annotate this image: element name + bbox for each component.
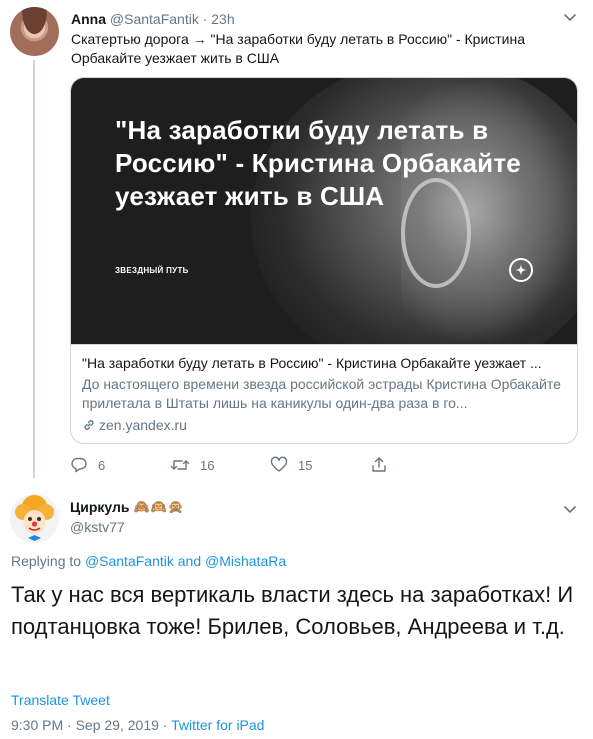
tweet-date[interactable]: Sep 29, 2019 — [76, 717, 159, 733]
user-name[interactable]: Циркуль — [70, 499, 130, 515]
card-image[interactable]: "На заработки буду летать в Россию" - Кр… — [71, 78, 577, 344]
tweet-anna[interactable]: Anna @SantaFantik · 23h Скатертью дорога… — [0, 0, 593, 478]
tweet-client-link[interactable]: Twitter for iPad — [171, 717, 264, 733]
like-count: 15 — [298, 457, 313, 473]
card-body[interactable]: "На заработки буду летать в Россию" - Кр… — [71, 344, 577, 443]
zen-icon — [509, 258, 533, 282]
link-card[interactable]: "На заработки буду летать в Россию" - Кр… — [70, 77, 578, 444]
retweet-count: 16 — [200, 457, 215, 473]
card-title: "На заработки буду летать в Россию" - Кр… — [82, 355, 542, 371]
tweet-text: Скатертью дорога → "На заработки буду ле… — [71, 31, 526, 66]
chevron-down-icon[interactable] — [561, 8, 579, 26]
reply-button[interactable]: 6 — [70, 456, 170, 474]
user-handle[interactable]: @SantaFantik — [110, 11, 199, 27]
chevron-down-icon[interactable] — [561, 500, 579, 518]
card-domain-row: zen.yandex.ru — [82, 416, 568, 434]
share-icon — [372, 457, 386, 472]
retweet-button[interactable]: 16 — [170, 456, 270, 474]
user-name[interactable]: Anna — [71, 11, 106, 27]
reply-count: 6 — [98, 457, 106, 473]
name-emoji: 🙈🙉🙊 — [133, 499, 186, 514]
card-headline: "На заработки буду летать в Россию" - Кр… — [115, 115, 521, 211]
link-icon — [84, 420, 94, 430]
tweet-time[interactable]: 9:30 PM — [11, 717, 63, 733]
reply-icon — [71, 457, 87, 473]
replying-prefix: Replying to — [11, 553, 82, 569]
tweet-cirkul[interactable]: Циркуль 🙈🙉🙊 @kstv77 Replying to @SantaFa… — [0, 478, 593, 739]
separator: · — [162, 717, 168, 733]
like-button[interactable]: 15 — [270, 456, 370, 474]
card-domain: zen.yandex.ru — [99, 417, 187, 433]
clown-avatar-image — [15, 495, 54, 541]
thread-line — [33, 60, 35, 478]
user-name-row: Циркуль 🙈🙉🙊 — [70, 499, 185, 515]
reply-and[interactable]: and — [178, 553, 201, 569]
card-source-label: ЗВЕЗДНЫЙ ПУТЬ — [115, 266, 189, 275]
translate-tweet-link[interactable]: Translate Tweet — [11, 692, 110, 708]
tweet-text: Так у нас вся вертикаль власти здесь на … — [11, 582, 574, 639]
separator: · — [202, 11, 208, 27]
card-description: До настоящего времени звезда российской … — [82, 376, 561, 411]
like-icon — [270, 456, 288, 472]
reply-user-link[interactable]: @MishataRa — [205, 553, 286, 569]
separator: · — [67, 717, 72, 733]
retweet-icon — [170, 460, 190, 470]
reply-user-link[interactable]: @SantaFantik — [85, 553, 174, 569]
tweet-timestamp: 9:30 PM · Sep 29, 2019 · Twitter for iPa… — [11, 717, 264, 733]
share-button[interactable] — [370, 456, 388, 474]
tweet-time[interactable]: 23h — [211, 11, 234, 27]
replying-to: Replying to @SantaFantik and @MishataRa — [11, 553, 286, 569]
tweet-header: Anna @SantaFantik · 23h — [71, 10, 235, 28]
tweet-actions: 6 16 15 — [70, 455, 388, 475]
avatar[interactable] — [10, 7, 59, 56]
avatar[interactable] — [10, 494, 59, 543]
user-handle[interactable]: @kstv77 — [70, 519, 125, 535]
